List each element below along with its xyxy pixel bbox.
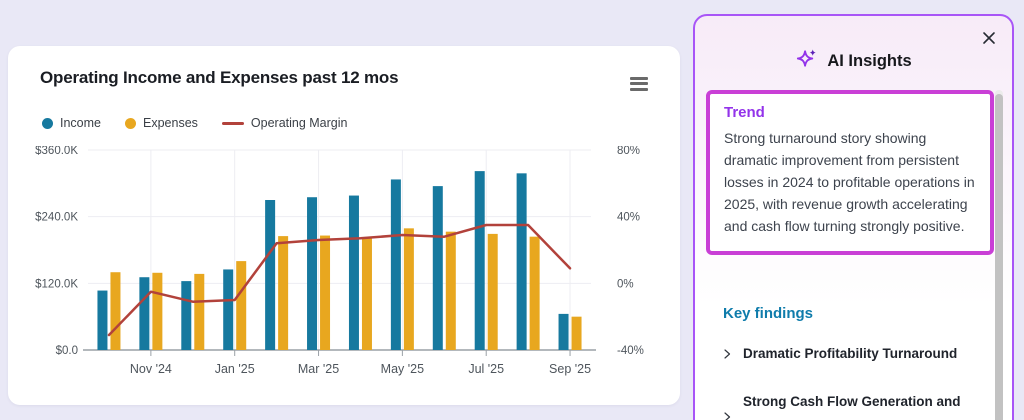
menu-bar	[630, 82, 648, 85]
close-icon[interactable]	[979, 29, 999, 49]
x-axis-label: Nov '24	[130, 362, 172, 376]
hamburger-menu-icon[interactable]	[628, 70, 650, 97]
expenses-bar[interactable]	[404, 228, 414, 350]
finding-label: Strong Cash Flow Generation and	[743, 394, 961, 420]
page: Operating Income and Expenses past 12 mo…	[0, 0, 1024, 420]
legend-label: Income	[60, 116, 101, 130]
operating-margin-line[interactable]	[109, 225, 570, 335]
finding-item-profitability-turnaround[interactable]: Dramatic Profitability Turnaround	[721, 346, 991, 361]
trend-heading: Trend	[724, 104, 976, 121]
trend-body: Strong turnaround story showing dramatic…	[724, 127, 976, 237]
chart-title: Operating Income and Expenses past 12 mo…	[40, 68, 398, 88]
expenses-bar[interactable]	[236, 261, 246, 350]
y-axis-left-label: $360.0K	[35, 146, 78, 157]
income-bar[interactable]	[559, 314, 569, 350]
y-axis-left-label: $120.0K	[35, 278, 78, 290]
chevron-right-icon	[721, 348, 733, 360]
expenses-bar[interactable]	[530, 237, 540, 350]
income-bar[interactable]	[517, 173, 527, 350]
income-expenses-combo-chart: Nov '24 Jan '25 Mar '25 May '25 Jul '25 Sep '…	[28, 146, 676, 391]
income-bar[interactable]	[223, 269, 233, 350]
x-axis-label: Sep '25	[549, 362, 591, 376]
income-bar[interactable]	[97, 291, 107, 350]
menu-bar	[630, 77, 648, 80]
legend-item-income[interactable]: Income	[42, 116, 101, 130]
key-findings-heading: Key findings	[723, 305, 813, 322]
trend-highlight-box: Trend Strong turnaround story showing dr…	[706, 90, 994, 255]
income-bar[interactable]	[349, 196, 359, 350]
finding-item-cash-flow[interactable]: Strong Cash Flow Generation and	[721, 394, 989, 420]
x-axis-label: May '25	[381, 362, 424, 376]
legend-dot-swatch	[125, 118, 136, 129]
y-axis-left-label: $0.0	[56, 345, 78, 357]
expenses-bar[interactable]	[152, 273, 162, 350]
chevron-right-icon	[721, 411, 733, 420]
y-axis-right-label: 0%	[617, 278, 634, 290]
expenses-bar[interactable]	[278, 236, 288, 350]
income-bar[interactable]	[181, 281, 191, 350]
y-axis-left-label: $240.0K	[35, 212, 78, 224]
y-axis-right-label: -40%	[617, 345, 644, 357]
expenses-bar[interactable]	[362, 238, 372, 350]
panel-title: AI Insights	[827, 52, 911, 71]
x-axis-label: Jul '25	[468, 362, 504, 376]
income-bar[interactable]	[139, 277, 149, 350]
x-axis-label: Jan '25	[215, 362, 255, 376]
y-axis-right-label: 40%	[617, 212, 640, 224]
y-axis-right-label: 80%	[617, 146, 640, 157]
menu-bar	[630, 88, 648, 91]
chart-card: Operating Income and Expenses past 12 mo…	[8, 46, 680, 405]
legend-dot-swatch	[42, 118, 53, 129]
income-bar[interactable]	[265, 200, 275, 350]
expenses-bar[interactable]	[488, 234, 498, 350]
legend-item-operating-margin[interactable]: Operating Margin	[222, 116, 348, 130]
expenses-bar[interactable]	[446, 232, 456, 350]
legend-label: Expenses	[143, 116, 198, 130]
expenses-bar[interactable]	[194, 274, 204, 350]
ai-sparkle-icon	[795, 47, 818, 75]
panel-header: AI Insights	[695, 47, 1012, 75]
income-bar[interactable]	[307, 197, 317, 350]
x-axis-label: Mar '25	[298, 362, 339, 376]
ai-insights-panel: AI Insights Trend Strong turnaround stor…	[693, 14, 1014, 420]
chart-header: Operating Income and Expenses past 12 mo…	[40, 68, 650, 97]
expenses-bar[interactable]	[320, 236, 330, 350]
chart-legend: Income Expenses Operating Margin	[42, 116, 347, 130]
legend-line-swatch	[222, 122, 244, 125]
income-bar[interactable]	[433, 186, 443, 350]
expenses-bar[interactable]	[110, 272, 120, 350]
expenses-bar[interactable]	[572, 317, 582, 350]
close-x-glyph	[982, 31, 996, 45]
income-bar[interactable]	[391, 179, 401, 350]
finding-label: Dramatic Profitability Turnaround	[743, 346, 957, 361]
panel-scrollbar[interactable]	[995, 90, 1003, 420]
legend-label: Operating Margin	[251, 116, 348, 130]
scrollbar-thumb[interactable]	[995, 94, 1003, 420]
legend-item-expenses[interactable]: Expenses	[125, 116, 198, 130]
income-bar[interactable]	[475, 171, 485, 350]
